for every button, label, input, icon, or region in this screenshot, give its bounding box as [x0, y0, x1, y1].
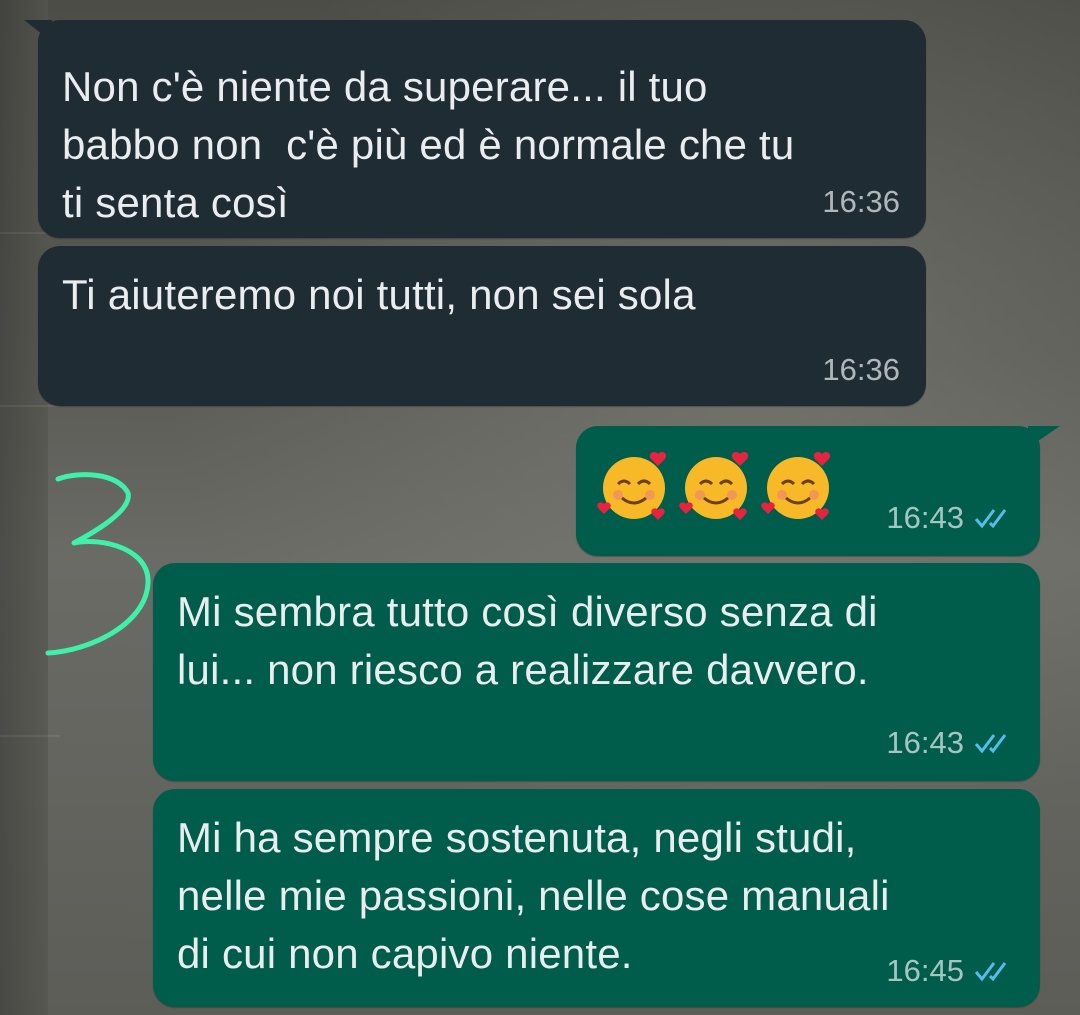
- message-meta: 16:45: [886, 953, 1016, 989]
- message-meta: 16:43: [886, 725, 1016, 761]
- message-text: Non c'è niente da superare... il tuo bab…: [62, 63, 795, 226]
- message-bubble-incoming[interactable]: Ti aiuteremo noi tutti, non sei sola 16:…: [38, 246, 926, 406]
- smiling-face-with-hearts-icon: [761, 451, 831, 520]
- message-text: Mi sembra tutto così diverso senza di lu…: [177, 588, 878, 693]
- message-time: 16:36: [822, 184, 900, 219]
- double-check-icon: [974, 509, 1007, 529]
- message-text: Ti aiuteremo noi tutti, non sei sola: [62, 271, 696, 318]
- message-bubble-outgoing[interactable]: Mi sembra tutto così diverso senza di lu…: [153, 563, 1040, 781]
- message-time: 16:43: [886, 725, 964, 760]
- message-time: 16:45: [886, 953, 964, 988]
- message-bubble-outgoing[interactable]: 🥰🥰🥰: [576, 426, 1060, 556]
- message-meta: 16:36: [822, 352, 900, 388]
- smiling-face-with-hearts-icon: [679, 451, 749, 520]
- message-time: 16:36: [822, 352, 900, 387]
- bubble-tail: [24, 20, 52, 42]
- message-meta: 16:36: [822, 184, 900, 220]
- double-check-icon: [974, 734, 1007, 754]
- message-meta: 16:43: [886, 500, 1016, 536]
- message-bubble-incoming[interactable]: Non c'è niente da superare... il tuo bab…: [24, 20, 926, 238]
- smiling-face-with-hearts-icon: [597, 451, 667, 520]
- bubble-tail: [1028, 426, 1060, 448]
- handwritten-annotation-three: 3: [45, 472, 151, 656]
- message-bubble-outgoing[interactable]: Mi ha sempre sostenuta, negli studi, nel…: [153, 789, 1040, 1007]
- background-line: [0, 735, 60, 737]
- emoji-row: [596, 448, 836, 524]
- message-time: 16:43: [886, 500, 964, 535]
- double-check-icon: [974, 962, 1007, 982]
- background-line: [0, 405, 60, 407]
